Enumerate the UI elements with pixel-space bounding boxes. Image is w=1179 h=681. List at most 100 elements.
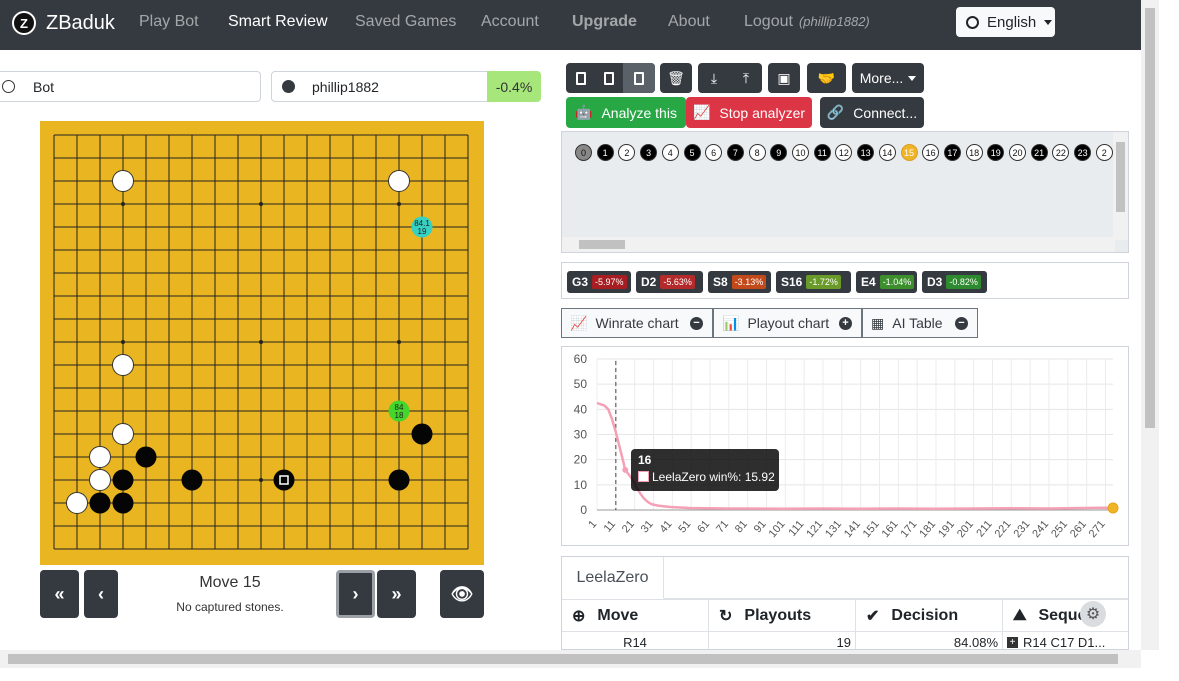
delete-button[interactable]: 🗑: [660, 63, 692, 93]
move-node[interactable]: 15: [900, 144, 918, 161]
minus-circle-icon: −: [690, 317, 703, 330]
move-node[interactable]: 14: [878, 144, 896, 161]
y-tick-label: 50: [574, 377, 588, 391]
nav-play-bot[interactable]: Play Bot: [139, 13, 199, 31]
move-node[interactable]: 12: [835, 144, 853, 161]
winrate-chart-svg[interactable]: 01020304050601 11 21 31 41 51 61 71 81 9110111112…: [562, 347, 1128, 545]
tab-leelazero[interactable]: LeelaZero: [562, 557, 664, 599]
move-node[interactable]: 21: [1030, 144, 1048, 161]
upload-icon[interactable]: ⤒: [730, 70, 762, 87]
more-dropdown[interactable]: More...: [852, 63, 924, 93]
best-move-tag[interactable]: S8 -3.13%: [708, 271, 771, 293]
move-node[interactable]: 2: [1095, 144, 1113, 161]
move-node[interactable]: 22: [1052, 144, 1070, 161]
move-tree-vscroll[interactable]: [1113, 132, 1128, 240]
move-node[interactable]: 16: [922, 144, 940, 161]
move-node[interactable]: 3: [640, 144, 658, 161]
move-node[interactable]: 8: [748, 144, 766, 161]
move-node[interactable]: 18: [965, 144, 983, 161]
black-stone: [273, 469, 295, 491]
best-move-value: -3.13%: [731, 275, 767, 289]
copy-icon[interactable]: [595, 71, 623, 85]
next-move-button[interactable]: ›: [336, 570, 375, 618]
tab-winrate-chart[interactable]: 📈 Winrate chart −: [561, 308, 713, 338]
y-tick-label: 60: [574, 352, 588, 366]
col-sequence[interactable]: ⛰ Seque: [1003, 599, 1128, 631]
cell-move[interactable]: R14: [562, 631, 709, 649]
chart-line-icon: 📈: [570, 314, 588, 331]
stop-analyzer-button[interactable]: 📈 Stop analyzer: [686, 97, 812, 128]
tab-playout-chart[interactable]: 📊 Playout chart +: [713, 308, 862, 338]
nav-saved-games[interactable]: Saved Games: [355, 13, 456, 31]
move-node[interactable]: 9: [770, 144, 788, 161]
go-board[interactable]: 84.1 19 84 18: [40, 121, 484, 565]
nav-account[interactable]: Account: [481, 13, 539, 31]
expand-plus-icon[interactable]: +: [1007, 637, 1018, 648]
move-node[interactable]: 23: [1074, 144, 1092, 161]
x-tick-label: 121: [804, 518, 825, 540]
best-move-tag[interactable]: S16 -1.72%: [776, 271, 851, 293]
move-node[interactable]: 20: [1009, 144, 1026, 161]
download-icon[interactable]: ⤓: [698, 70, 730, 87]
white-stone: [89, 469, 111, 491]
new-file-icon[interactable]: [567, 71, 595, 85]
handshake-button[interactable]: 🤝: [807, 63, 846, 93]
move-node[interactable]: 17: [943, 144, 961, 161]
best-move-tag[interactable]: D2 -5.63%: [636, 271, 703, 293]
brand[interactable]: Z ZBaduk: [12, 8, 115, 38]
nav-logout[interactable]: Logout (phillip1882): [744, 13, 870, 31]
page-vscroll[interactable]: [1141, 0, 1159, 650]
move-node[interactable]: 0: [575, 144, 592, 161]
x-tick-label: 231: [1011, 518, 1032, 540]
page-hscroll[interactable]: [0, 650, 1141, 668]
analyze-this-button[interactable]: 🤖 Analyze this: [566, 97, 686, 128]
move-node[interactable]: 1: [596, 144, 614, 161]
best-move-tag[interactable]: D3 -0.82%: [922, 271, 987, 293]
move-node[interactable]: 11: [813, 144, 831, 161]
col-decision[interactable]: ✔ Decision: [856, 599, 1003, 631]
winrate-chart[interactable]: 0 10 20 30 40 50 60 1 11 21 31 41 51 61 71 81 91 101 111 12…: [561, 346, 1129, 546]
x-tick-label: 251: [1049, 518, 1070, 540]
move-node[interactable]: 13: [857, 144, 875, 161]
move-node[interactable]: 2: [618, 144, 636, 161]
move-node[interactable]: 10: [792, 144, 809, 161]
gear-icon[interactable]: ⚙: [1080, 601, 1106, 627]
prev-move-button[interactable]: ‹: [84, 570, 118, 618]
last-move-button[interactable]: »: [377, 570, 416, 618]
more-label: More...: [859, 70, 904, 86]
board-svg[interactable]: 84.1198418: [40, 121, 484, 565]
nav-upgrade[interactable]: Upgrade: [572, 13, 637, 31]
robot-icon: 🤖: [575, 104, 593, 120]
stop-label: Stop analyzer: [719, 104, 806, 121]
first-move-button[interactable]: «: [40, 570, 79, 618]
save-button[interactable]: ▣: [768, 63, 800, 93]
move-node[interactable]: 6: [705, 144, 723, 161]
black-player-name: phillip1882: [312, 78, 379, 95]
move-tree-hscroll[interactable]: [562, 237, 1115, 252]
eye-toggle-button[interactable]: 👁: [440, 570, 484, 618]
col-move[interactable]: ⊕ Move: [562, 599, 709, 631]
white-player-name: Bot: [33, 78, 55, 95]
move-node[interactable]: 5: [683, 144, 701, 161]
col-playouts[interactable]: ↻ Playouts: [709, 599, 856, 631]
language-dropdown[interactable]: English: [956, 7, 1055, 37]
winrate-delta-badge: -0.4%: [487, 71, 541, 102]
x-tick-label: 181: [917, 518, 938, 540]
move-tree[interactable]: 0 1 2 3 4 5 6 7 8 9 10 11 12 13 14 15 16 17 18 19 20 21 22 23 2: [561, 131, 1129, 253]
caret-down-icon: [1044, 19, 1053, 25]
table-icon: ▦: [871, 314, 885, 331]
cell-sequence[interactable]: + R14 C17 D1...: [1003, 631, 1128, 649]
globe-icon: [966, 15, 979, 29]
paste-icon[interactable]: [622, 63, 655, 93]
x-tick-label: 211: [974, 518, 994, 539]
best-move-value: -0.82%: [946, 275, 981, 289]
best-move-tag[interactable]: E4 -1.04%: [856, 271, 917, 293]
move-node[interactable]: 7: [726, 144, 744, 161]
best-move-tag[interactable]: G3 -5.97%: [567, 271, 631, 293]
nav-smart-review[interactable]: Smart Review: [228, 13, 328, 31]
move-node[interactable]: 4: [661, 144, 679, 161]
nav-about[interactable]: About: [668, 13, 710, 31]
move-node[interactable]: 19: [987, 144, 1005, 161]
tab-ai-table[interactable]: ▦ AI Table −: [862, 308, 978, 338]
connect-button[interactable]: 🔗 Connect...: [820, 97, 924, 128]
